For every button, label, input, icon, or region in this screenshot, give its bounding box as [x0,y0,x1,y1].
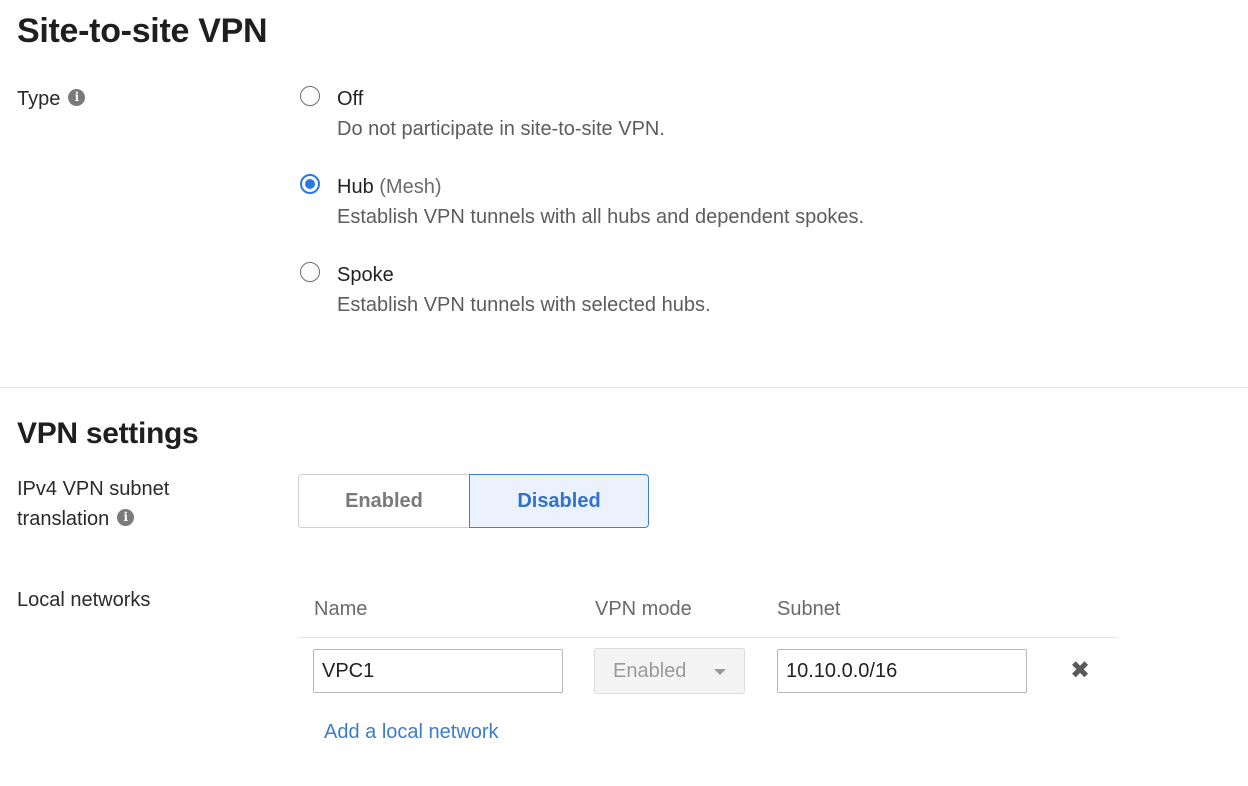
radio-label-hub-extra: (Mesh) [379,176,442,198]
radio-label-spoke: Spoke [337,264,394,286]
subnet-input[interactable] [777,649,1027,693]
local-networks-label: Local networks [17,589,151,611]
radio-button-spoke[interactable] [300,262,320,282]
vpn-mode-select[interactable]: Enabled [594,648,745,694]
vpn-mode-select-value: Enabled [613,660,687,682]
radio-label-off: Off [337,88,364,110]
info-icon[interactable]: i [68,89,86,107]
subnet-translation-label-line1: IPv4 VPN subnet [17,478,170,500]
subnet-translation-label-line2: translation [17,508,110,530]
info-icon[interactable]: i [117,509,135,527]
subnet-translation-label: IPv4 VPN subnet translation i [17,474,169,534]
radio-button-off[interactable] [300,86,320,106]
column-header-subnet: Subnet [777,598,841,620]
section-divider [0,387,1248,388]
table-header-divider [298,637,1118,638]
close-icon[interactable]: ✖ [1069,659,1091,683]
chevron-down-icon [714,669,726,675]
column-header-vpn-mode: VPN mode [595,598,692,620]
vpn-settings-heading: VPN settings [17,417,199,450]
subnet-translation-toggle: Enabled Disabled [298,474,649,528]
network-name-input[interactable] [313,649,563,693]
add-local-network-link[interactable]: Add a local network [324,721,499,744]
column-header-name: Name [314,598,368,620]
radio-button-hub[interactable] [300,174,320,194]
disabled-toggle-button[interactable]: Disabled [469,474,649,528]
type-label: Type [17,88,61,110]
enabled-toggle-button[interactable]: Enabled [298,474,469,528]
radio-description-hub: Establish VPN tunnels with all hubs and … [337,206,865,228]
vpn-settings-page: Site-to-site VPN Type i Off Do not partic… [0,0,1248,786]
radio-description-off: Do not participate in site-to-site VPN. [337,118,665,140]
radio-description-spoke: Establish VPN tunnels with selected hubs… [337,294,711,316]
radio-label-hub: Hub [337,176,374,198]
site-to-site-vpn-heading: Site-to-site VPN [17,12,268,50]
type-label-row: Type i [17,84,86,114]
